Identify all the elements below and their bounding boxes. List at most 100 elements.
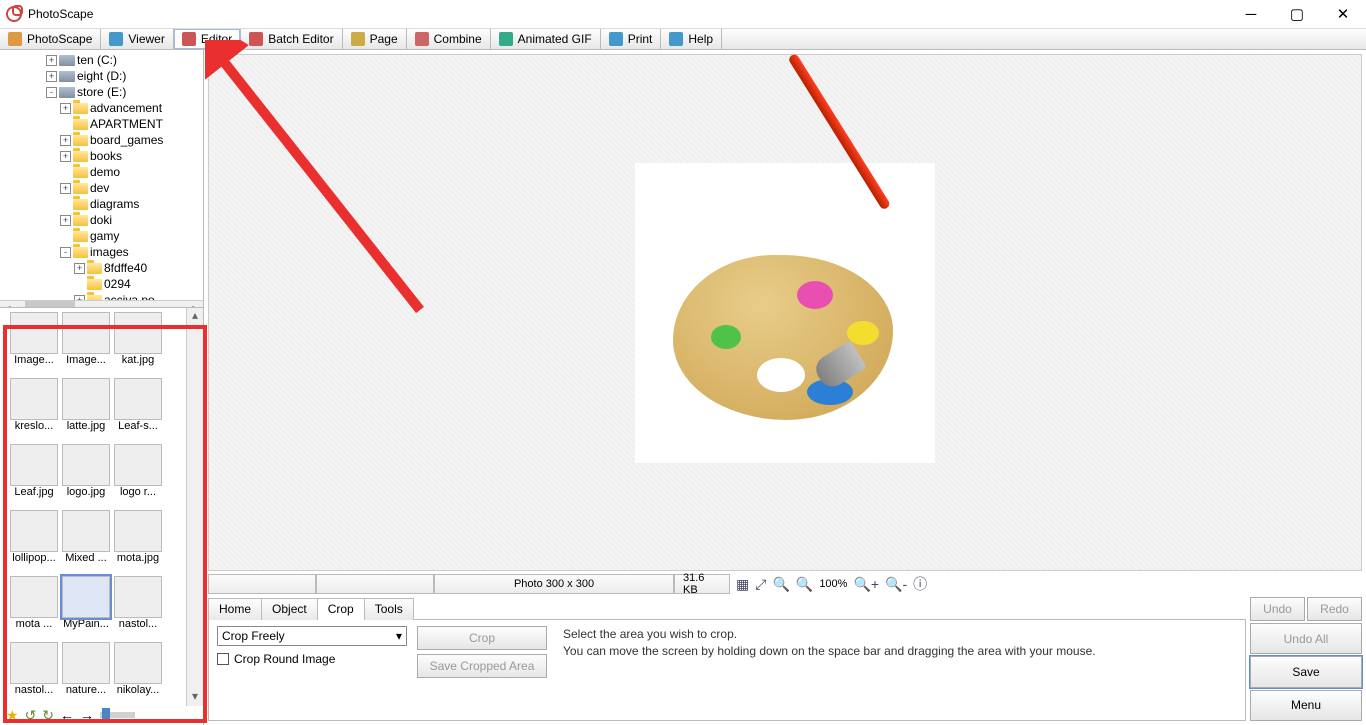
redo-button[interactable]: Redo xyxy=(1307,597,1362,621)
thumbnail[interactable]: kat.jpg xyxy=(114,312,164,376)
status-filesize: 31.6 KB xyxy=(674,574,730,594)
tree-label: board_games xyxy=(90,133,163,147)
tab-photoscape[interactable]: PhotoScape xyxy=(0,29,101,49)
thumbnail[interactable]: Image... xyxy=(62,312,112,376)
close-button[interactable]: ✕ xyxy=(1320,0,1366,28)
crop-help-line1: Select the area you wish to crop. xyxy=(563,626,1096,643)
tree-item[interactable]: gamy xyxy=(4,228,203,244)
maximize-button[interactable]: ▢ xyxy=(1274,0,1320,28)
tree-item[interactable]: demo xyxy=(4,164,203,180)
tab-viewer[interactable]: Viewer xyxy=(101,29,173,49)
thumbnail[interactable]: mota.jpg xyxy=(114,510,164,574)
prev-icon[interactable]: ← xyxy=(60,707,74,723)
tree-item[interactable]: +advancement xyxy=(4,100,203,116)
canvas-image xyxy=(635,163,935,463)
save-cropped-button[interactable]: Save Cropped Area xyxy=(417,654,547,678)
zoom-in-icon[interactable]: 🔍+ xyxy=(853,576,879,593)
rotate-cw-icon[interactable]: ↻ xyxy=(42,707,54,724)
tab-editor[interactable]: Editor xyxy=(174,29,241,49)
thumbnail[interactable]: Mixed ... xyxy=(62,510,112,574)
thumb-label: Image... xyxy=(62,354,110,366)
thumb-size-slider[interactable] xyxy=(100,712,135,718)
tree-item[interactable]: 0294 xyxy=(4,276,203,292)
tree-item[interactable]: +ten (C:) xyxy=(4,52,203,68)
thumbnail[interactable]: nature... xyxy=(62,642,112,706)
info-icon[interactable]: ⓘ xyxy=(913,574,927,594)
thumbnail[interactable]: Leaf-s... xyxy=(114,378,164,442)
tab-animated-gif[interactable]: Animated GIF xyxy=(491,29,601,49)
tree-label: eight (D:) xyxy=(77,69,126,83)
tool-body: Crop Freely ▾ Crop Round Image Crop Save… xyxy=(208,619,1246,721)
zoom-100-icon[interactable]: 🔍 xyxy=(796,576,813,593)
thumb-label: logo.jpg xyxy=(62,486,110,498)
tab-icon xyxy=(351,32,365,46)
magnify-icon[interactable]: 🔍 xyxy=(772,576,789,593)
zoom-value: 100% xyxy=(819,578,847,590)
tree-item[interactable]: +acciya po xyxy=(4,292,203,300)
tree-item[interactable]: APARTMENT xyxy=(4,116,203,132)
thumbnail[interactable]: logo.jpg xyxy=(62,444,112,508)
tree-item[interactable]: -images xyxy=(4,244,203,260)
tree-label: dev xyxy=(90,181,109,195)
thumb-label: logo r... xyxy=(114,486,162,498)
thumbnail[interactable]: Image... xyxy=(10,312,60,376)
crop-mode-select[interactable]: Crop Freely ▾ xyxy=(217,626,407,646)
thumbs-v-scrollbar[interactable]: ▴▾ xyxy=(186,308,203,706)
thumbnail[interactable]: nastol... xyxy=(114,576,164,640)
thumbnail[interactable]: kreslo... xyxy=(10,378,60,442)
tab-help[interactable]: Help xyxy=(661,29,722,49)
thumbnail[interactable]: nastol... xyxy=(10,642,60,706)
checker-icon[interactable]: ▦ xyxy=(736,576,749,593)
tab-page[interactable]: Page xyxy=(343,29,407,49)
thumbnail[interactable]: logo r... xyxy=(114,444,164,508)
thumbnails-wrap: Image...Image... kat.jpg kreslo...latte.jp… xyxy=(0,308,203,706)
folder-tree[interactable]: +ten (C:)+eight (D:)-store (E:)+advancem… xyxy=(0,50,203,300)
thumbnail[interactable]: lollipop... xyxy=(10,510,60,574)
next-icon[interactable]: → xyxy=(80,707,94,723)
thumbnail[interactable]: nikolay... xyxy=(114,642,164,706)
tab-combine[interactable]: Combine xyxy=(407,29,491,49)
tree-label: gamy xyxy=(90,229,119,243)
thumbnail[interactable]: latte.jpg xyxy=(62,378,112,442)
action-buttons: Undo Redo Undo All Save Menu xyxy=(1250,597,1362,721)
tree-label: books xyxy=(90,149,122,163)
tree-item[interactable]: +board_games xyxy=(4,132,203,148)
tree-label: 8fdffe40 xyxy=(104,261,147,275)
tool-tab-tools[interactable]: Tools xyxy=(364,598,414,620)
canvas[interactable] xyxy=(208,54,1362,571)
tree-item[interactable]: +books xyxy=(4,148,203,164)
thumbnail[interactable]: Leaf.jpg xyxy=(10,444,60,508)
status-blank2 xyxy=(316,574,434,594)
tool-tab-object[interactable]: Object xyxy=(261,598,318,620)
tool-tab-crop[interactable]: Crop xyxy=(317,598,365,620)
crop-round-checkbox[interactable]: Crop Round Image xyxy=(217,652,407,666)
status-icons: ▦ ⤢ 🔍 🔍 100% 🔍+ 🔍- ⓘ xyxy=(730,574,933,594)
tree-item[interactable]: +eight (D:) xyxy=(4,68,203,84)
undo-all-button[interactable]: Undo All xyxy=(1250,623,1362,654)
tree-item[interactable]: +8fdffe40 xyxy=(4,260,203,276)
tool-tab-home[interactable]: Home xyxy=(208,598,262,620)
zoom-out-icon[interactable]: 🔍- xyxy=(885,576,907,593)
tree-item[interactable]: diagrams xyxy=(4,196,203,212)
titlebar: PhotoScape ─ ▢ ✕ xyxy=(0,0,1366,28)
tab-batch-editor[interactable]: Batch Editor xyxy=(241,29,342,49)
tree-item[interactable]: +dev xyxy=(4,180,203,196)
bottom-panel: HomeObjectCropTools Crop Freely ▾ Crop R… xyxy=(208,597,1362,721)
tree-item[interactable]: +doki xyxy=(4,212,203,228)
tree-h-scrollbar[interactable]: ◂▸ xyxy=(0,300,203,308)
crop-button[interactable]: Crop xyxy=(417,626,547,650)
star-icon[interactable]: ★ xyxy=(6,707,19,724)
fit-icon[interactable]: ⤢ xyxy=(755,576,766,593)
rotate-ccw-icon[interactable]: ↺ xyxy=(25,707,37,724)
tab-label: Viewer xyxy=(128,32,164,46)
minimize-button[interactable]: ─ xyxy=(1228,0,1274,28)
save-button[interactable]: Save xyxy=(1250,656,1362,687)
tree-label: 0294 xyxy=(104,277,131,291)
tab-label: Page xyxy=(370,32,398,46)
thumbnail[interactable]: MyPain... xyxy=(62,576,112,640)
menu-button[interactable]: Menu xyxy=(1250,690,1362,721)
undo-button[interactable]: Undo xyxy=(1250,597,1305,621)
tree-item[interactable]: -store (E:) xyxy=(4,84,203,100)
thumbnail[interactable]: mota ... xyxy=(10,576,60,640)
tab-print[interactable]: Print xyxy=(601,29,662,49)
